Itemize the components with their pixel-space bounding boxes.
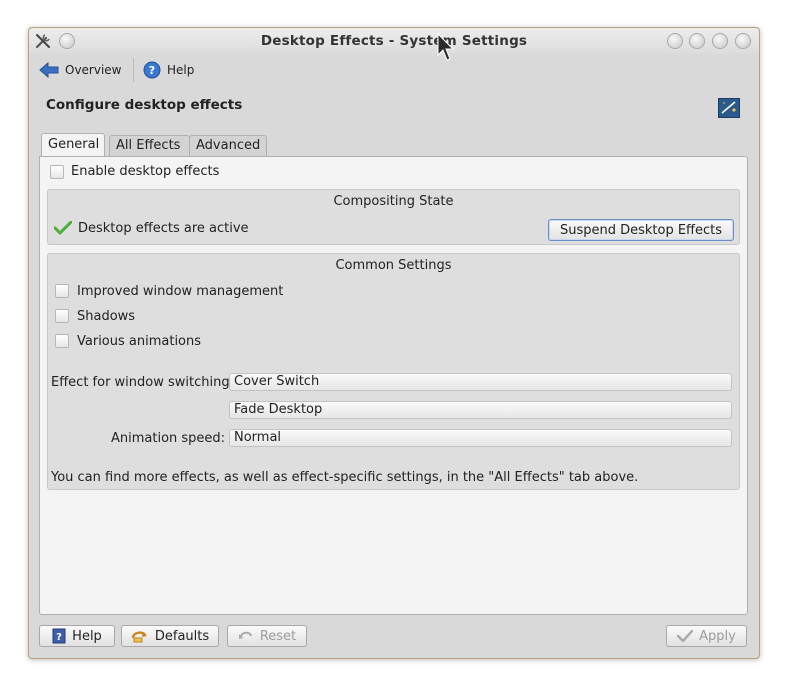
toolbar-separator <box>133 58 134 82</box>
minimize-button[interactable] <box>689 33 705 49</box>
tab-all-effects[interactable]: All Effects <box>109 135 190 156</box>
enable-effects-label: Enable desktop effects <box>71 164 220 179</box>
enable-effects-checkbox[interactable] <box>50 165 64 179</box>
apply-check-icon <box>677 630 694 642</box>
reset-button[interactable]: Reset <box>227 625 307 647</box>
various-animations-label: Various animations <box>77 334 202 349</box>
desktop-effects-icon <box>718 98 740 118</box>
footer-help-button[interactable]: ? Help <box>39 625 115 647</box>
tab-all-effects-label: All Effects <box>116 138 181 153</box>
back-arrow-icon <box>39 61 59 79</box>
settings-window: Desktop Effects - System Settings Overvi… <box>28 27 760 659</box>
effects-status-text: Desktop effects are active <box>78 221 249 236</box>
various-animations-checkbox[interactable] <box>55 334 69 348</box>
more-effects-info-text: You can find more effects, as well as ef… <box>51 470 639 485</box>
page-heading: Configure desktop effects <box>46 97 243 113</box>
improved-window-management-label: Improved window management <box>77 284 284 299</box>
compositing-state-title: Compositing State <box>333 194 454 209</box>
apply-button[interactable]: Apply <box>666 625 747 647</box>
overview-label: Overview <box>65 63 122 77</box>
defaults-button[interactable]: Defaults <box>121 625 219 647</box>
window-switching-select[interactable]: Cover Switch <box>229 373 732 391</box>
shadows-label: Shadows <box>77 309 136 324</box>
window-switching-value: Cover Switch <box>234 374 320 389</box>
window-switching-label: Effect for window switching: <box>51 375 234 390</box>
checkmark-icon <box>54 221 72 235</box>
maximize-button[interactable] <box>712 33 728 49</box>
reset-icon <box>238 631 252 639</box>
desktop-switching-value: Fade Desktop <box>234 402 323 417</box>
desktop-switching-select[interactable]: Fade Desktop <box>229 401 732 419</box>
general-tab-panel: Enable desktop effects Compositing State… <box>39 156 748 615</box>
reset-label: Reset <box>259 628 297 644</box>
close-button[interactable] <box>735 33 751 49</box>
animation-speed-select[interactable]: Normal <box>229 429 732 447</box>
animation-speed-value: Normal <box>234 430 282 445</box>
help-icon: ? <box>143 61 161 79</box>
window-title: Desktop Effects - System Settings <box>260 33 528 49</box>
svg-text:?: ? <box>149 64 155 77</box>
suspend-effects-label: Suspend Desktop Effects <box>559 222 723 238</box>
svg-text:?: ? <box>56 632 62 643</box>
toolbar-help-label: Help <box>167 63 195 77</box>
overview-button[interactable]: Overview <box>39 58 122 82</box>
help-book-icon: ? <box>52 628 66 644</box>
compositing-state-group: Compositing State Desktop effects are ac… <box>47 189 740 245</box>
tab-general[interactable]: General <box>41 133 105 156</box>
tab-general-label: General <box>48 137 100 152</box>
common-settings-group: Common Settings Improved window manageme… <box>47 253 740 490</box>
improved-window-management-checkbox[interactable] <box>55 284 69 298</box>
shadows-checkbox[interactable] <box>55 309 69 323</box>
mouse-cursor-icon <box>437 33 455 61</box>
animation-speed-label: Animation speed: <box>111 431 226 446</box>
common-settings-title: Common Settings <box>335 258 452 273</box>
toolbar-help-button[interactable]: ? Help <box>143 58 194 82</box>
suspend-effects-button[interactable]: Suspend Desktop Effects <box>548 219 734 241</box>
defaults-icon <box>131 631 147 643</box>
defaults-label: Defaults <box>154 628 210 644</box>
help-window-button[interactable] <box>667 33 683 49</box>
apply-label: Apply <box>699 628 736 644</box>
footer-help-label: Help <box>72 628 102 644</box>
tab-advanced[interactable]: Advanced <box>189 135 267 156</box>
tab-advanced-label: Advanced <box>196 138 261 153</box>
title-bar[interactable]: Desktop Effects - System Settings <box>29 28 759 54</box>
